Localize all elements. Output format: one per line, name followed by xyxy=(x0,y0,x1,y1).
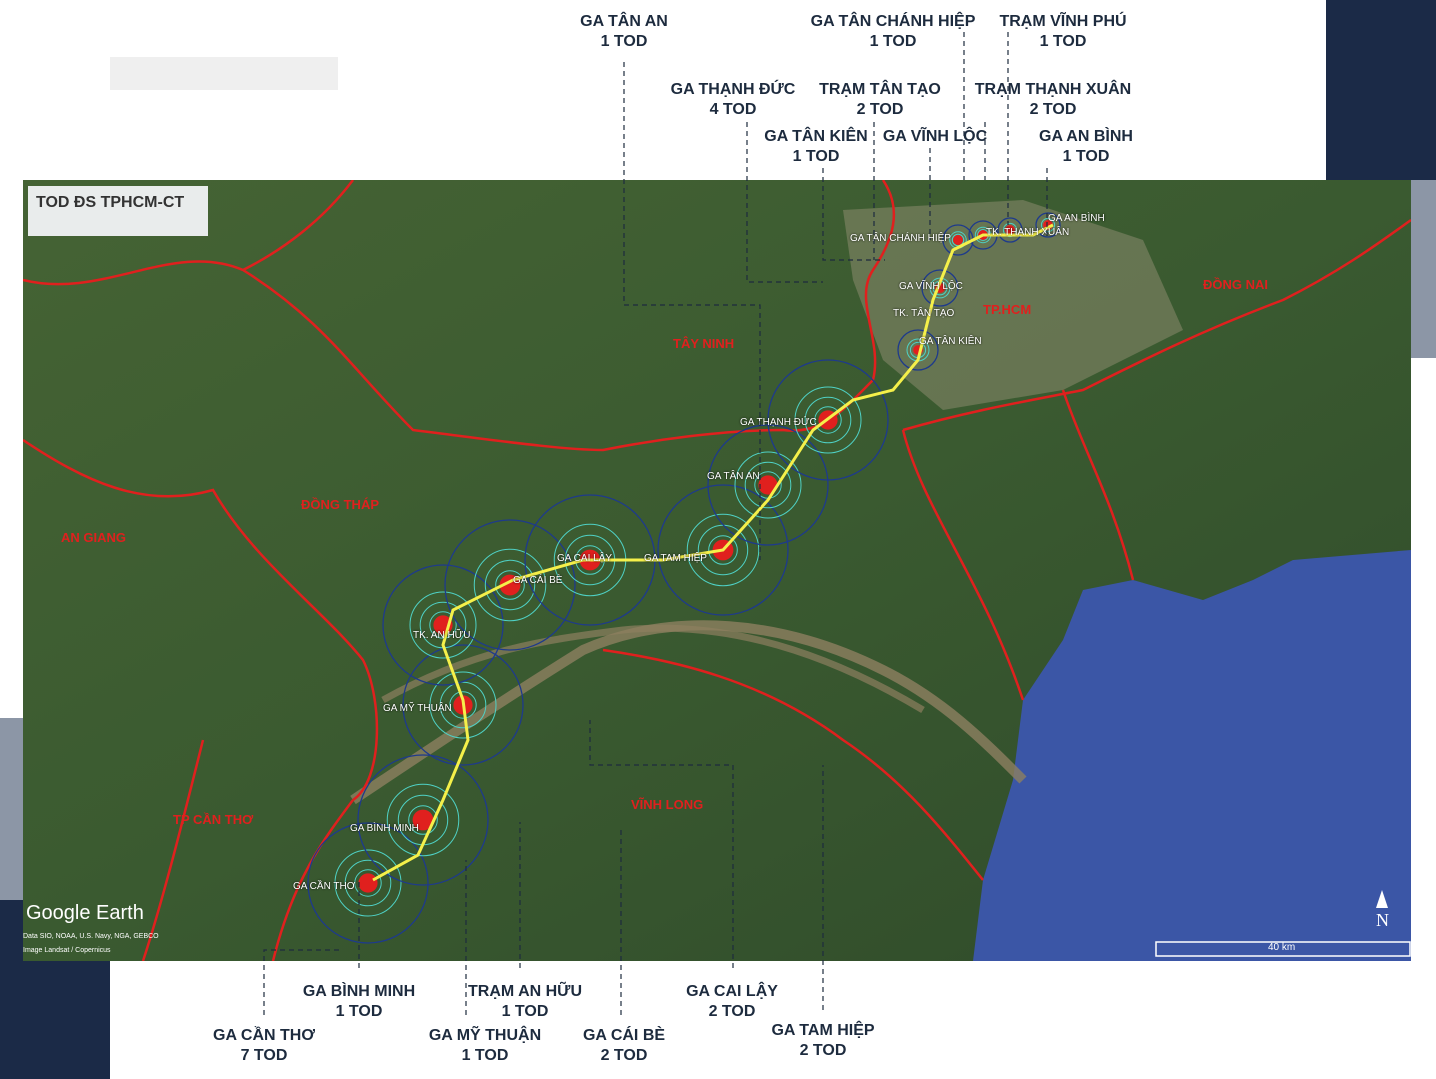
credit-line-1: Data SIO, NOAA, U.S. Navy, NGA, GEBCO xyxy=(23,933,159,940)
callout-tod-count: 1 TOD xyxy=(501,1003,549,1020)
callout-station-name: TRẠM TÂN TẠO xyxy=(819,81,941,98)
province-label-tay-ninh: TÂY NINH xyxy=(673,336,735,351)
station-callout: GA THẠNH ĐỨC 4 TOD xyxy=(671,80,796,120)
tod-area-marker[interactable] xyxy=(953,235,963,245)
province-label-dong-nai: ĐỒNG NAI xyxy=(1203,277,1268,292)
callout-tod-count: 7 TOD xyxy=(240,1047,288,1064)
callout-station-name: GA TÂN AN xyxy=(580,13,668,30)
callout-station-name: GA TÂN KIÊN xyxy=(764,128,868,145)
map-station-label: TK. AN HỮU xyxy=(413,630,471,641)
station-callout: GA TÂN AN 1 TOD xyxy=(580,12,668,52)
province-label-vinh-long: VĨNH LONG xyxy=(631,797,704,812)
callout-tod-count: 1 TOD xyxy=(600,33,648,50)
map-station-label: GA MỸ THUẬN xyxy=(383,703,452,714)
callout-station-name: GA AN BÌNH xyxy=(1039,128,1133,145)
station-callout: TRẠM TÂN TẠO 2 TOD xyxy=(819,80,941,120)
callout-tod-count: 2 TOD xyxy=(799,1042,847,1059)
station-callout: GA CÁI BÈ 2 TOD xyxy=(583,1026,665,1066)
callout-tod-count: 2 TOD xyxy=(1029,101,1077,118)
callout-station-name: GA MỸ THUẬN xyxy=(428,1027,542,1044)
map-station-label: GA TÂN CHÁNH HIỆP xyxy=(850,233,951,244)
station-callout: GA CẦN THƠ 7 TOD xyxy=(213,1026,315,1066)
station-callout: GA VĨNH LỘC xyxy=(883,127,987,147)
callout-tod-count: 1 TOD xyxy=(1039,33,1087,50)
map-station-label: GA TÂN KIÊN xyxy=(919,336,982,347)
province-label-can-tho: TP CẦN THƠ xyxy=(173,812,254,827)
map-station-label: GA TÂN AN xyxy=(707,471,760,482)
station-callout: TRẠM VĨNH PHÚ 1 TOD xyxy=(999,12,1126,52)
station-callout: GA TAM HIỆP 2 TOD xyxy=(771,1021,874,1061)
credit-line-2: Image Landsat / Copernicus xyxy=(23,947,111,954)
map-title: TOD ĐS TPHCM-CT xyxy=(28,186,208,236)
map-station-label: GA CẦN THƠ xyxy=(293,881,356,892)
station-callout: GA BÌNH MINH 1 TOD xyxy=(303,982,415,1022)
callout-station-name: TRẠM VĨNH PHÚ xyxy=(999,13,1127,30)
callout-station-name: GA THẠNH ĐỨC xyxy=(670,81,796,98)
map-station-label: GA CÁI BÈ xyxy=(513,575,563,586)
scale-label: 40 km xyxy=(1268,942,1296,953)
callout-tod-count: 1 TOD xyxy=(792,148,840,165)
callout-tod-count: 2 TOD xyxy=(708,1003,756,1020)
map-station-label: GA THẠNH ĐỨC xyxy=(740,417,817,428)
callout-station-name: GA TAM HIỆP xyxy=(771,1022,875,1039)
north-label: N xyxy=(1376,910,1389,930)
callout-tod-count: 1 TOD xyxy=(461,1047,509,1064)
callout-station-name: GA BÌNH MINH xyxy=(302,983,416,1000)
map-station-label: TK. TÂN TẠO xyxy=(893,308,955,319)
callout-station-name: GA CẦN THƠ xyxy=(213,1027,315,1044)
province-label-dong-thap: ĐỒNG THÁP xyxy=(301,497,379,512)
tod-area-marker[interactable] xyxy=(358,873,378,893)
station-callout: TRẠM THẠNH XUÂN 2 TOD xyxy=(975,80,1131,120)
map-station-label: GA BÌNH MINH xyxy=(350,823,419,834)
decor-gray-right xyxy=(1411,180,1436,358)
callout-station-name: TRẠM AN HỮU xyxy=(468,983,582,1000)
callout-station-name: GA VĨNH LỘC xyxy=(882,128,988,145)
callout-tod-count: 4 TOD xyxy=(709,101,757,118)
callout-station-name: GA CÁI BÈ xyxy=(582,1027,666,1044)
callout-tod-count: 2 TOD xyxy=(856,101,904,118)
callout-tod-count: 1 TOD xyxy=(335,1003,383,1020)
map-station-label: GA AN BÌNH xyxy=(1048,213,1105,224)
station-callout: GA CAI LẬY 2 TOD xyxy=(686,982,778,1022)
map-station-label: TK. THẠNH XUÂN xyxy=(986,227,1070,238)
callout-station-name: GA TÂN CHÁNH HIỆP xyxy=(810,13,976,30)
google-earth-watermark: Google Earth xyxy=(26,902,144,924)
callout-station-name: TRẠM THẠNH XUÂN xyxy=(974,81,1132,98)
station-callout: GA MỸ THUẬN 1 TOD xyxy=(429,1026,541,1066)
callout-tod-count: 1 TOD xyxy=(869,33,917,50)
placeholder-bar xyxy=(110,57,338,90)
decor-gray-left xyxy=(0,718,23,900)
satellite-map[interactable]: TÂY NINH ĐỒNG THÁP AN GIANG TP CẦN THƠ V… xyxy=(23,180,1411,961)
decor-navy-top-right xyxy=(1326,0,1436,180)
callout-tod-count: 1 TOD xyxy=(1062,148,1110,165)
station-callout: GA AN BÌNH 1 TOD xyxy=(1039,127,1133,167)
map-station-label: GA CAI LẬY xyxy=(557,553,613,564)
callout-station-name: GA CAI LẬY xyxy=(686,983,778,1000)
callout-tod-count: 2 TOD xyxy=(600,1047,648,1064)
station-callout: TRẠM AN HỮU 1 TOD xyxy=(468,982,582,1022)
province-label-an-giang: AN GIANG xyxy=(61,530,126,545)
province-label-tphcm: TP.HCM xyxy=(983,302,1032,317)
map-station-label: GA TAM HIỆP xyxy=(644,553,707,564)
map-station-label: GA VĨNH LỘC xyxy=(899,281,963,292)
station-callout: GA TÂN CHÁNH HIỆP 1 TOD xyxy=(811,12,976,52)
station-callout: GA TÂN KIÊN 1 TOD xyxy=(764,127,867,167)
